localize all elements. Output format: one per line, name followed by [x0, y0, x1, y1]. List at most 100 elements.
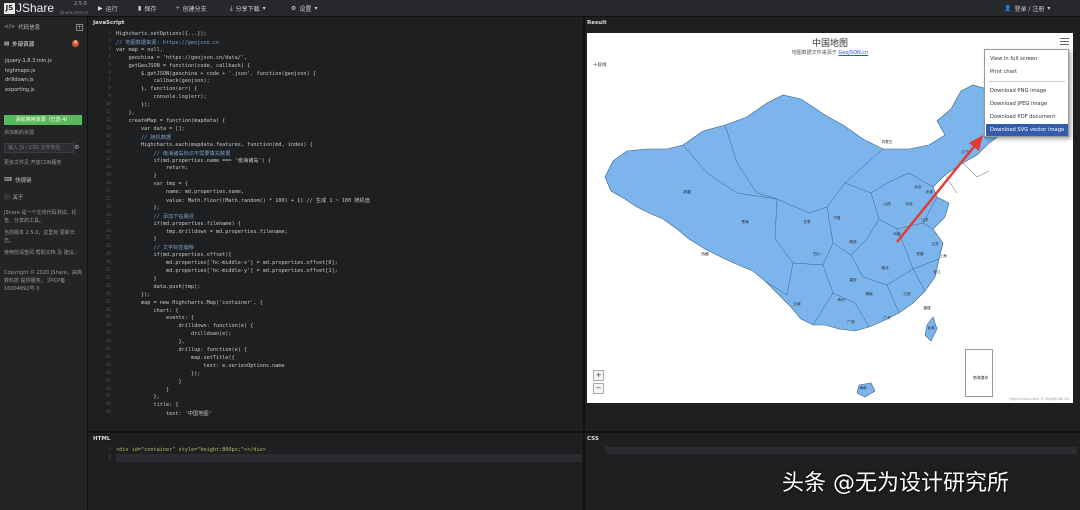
js-code-line[interactable]: },	[116, 110, 134, 116]
js-code-line[interactable]: events: {	[116, 315, 194, 321]
version-label: 2.5.0	[74, 1, 87, 7]
province-label: 湖北	[881, 265, 889, 270]
menu-item-download-pdf[interactable]: Download PDF document	[986, 111, 1068, 123]
add-plus-icon[interactable]: +	[76, 24, 83, 31]
result-panel-title: Result	[587, 20, 607, 26]
js-code-line[interactable]: drillup: function(e) {	[116, 347, 247, 353]
js-code-line[interactable]: name: md.properties.name,	[116, 189, 244, 195]
zoom-in-button[interactable]: +	[593, 370, 604, 381]
save-icon: ▮	[138, 5, 142, 12]
resource-url-input[interactable]: 输入 JS / CSS 文件地址	[4, 143, 74, 153]
province-label: 青海	[741, 219, 749, 224]
menu-item-download-svg[interactable]: Download SVG vector image	[986, 124, 1068, 136]
external-resources-section[interactable]: ▤ 外部资源	[4, 40, 34, 48]
js-code-line[interactable]: callback(geojson);	[116, 78, 209, 84]
province-label: 台湾	[927, 325, 935, 330]
menu-item-download-jpeg[interactable]: Download JPEG image	[986, 98, 1068, 110]
js-code-line[interactable]: },	[116, 394, 159, 400]
shortcuts-section[interactable]: ⌨ 快捷键	[4, 176, 31, 184]
js-code-line[interactable]: tmp.drilldown = md.properties.filename;	[116, 229, 288, 235]
js-code-line[interactable]: map.setTitle({	[116, 355, 235, 361]
about-section[interactable]: ⓘ 关于	[4, 193, 24, 201]
line-number: 39	[105, 331, 111, 337]
menu-item-fullscreen[interactable]: View in full screen	[986, 53, 1068, 65]
chart-menu-button[interactable]	[1060, 38, 1069, 46]
js-code-line[interactable]: chart: {	[116, 308, 178, 314]
js-code-line[interactable]: if(md.properties.name === '南海诸岛') {	[116, 157, 271, 164]
js-code-line[interactable]: map = new Highcharts.Map('container', {	[116, 300, 263, 306]
html-editor[interactable]: HTML 1 2 <div id="container" style="heig…	[89, 433, 583, 510]
js-code-line[interactable]: value: Math.floor((Math.random() * 100) …	[116, 197, 370, 204]
code-info-section[interactable]: </> 代码信息	[4, 23, 40, 31]
save-button[interactable]: ▮ 保存	[138, 3, 156, 14]
map-credits[interactable]: Highcharts.com © GeoJSON.CN	[1009, 396, 1069, 401]
js-code-line[interactable]: // 南海诸岛标识不需要填充数据	[116, 150, 230, 157]
resource-file[interactable]: exporting.js	[5, 87, 35, 93]
fork-icon: ⑂	[176, 5, 180, 12]
javascript-editor[interactable]: JavaScript 1 2 3 4 5 6 7 8 9 10 11 12 13 14 15 16 17 18 19…	[89, 17, 583, 431]
js-code-line[interactable]: data.push(tmp);	[116, 284, 200, 290]
js-code-line[interactable]: getGeoJSON = function(code, callback) {	[116, 63, 250, 69]
js-code-line[interactable]: console.log(err);	[116, 94, 206, 100]
resource-file[interactable]: highmaps.js	[5, 68, 35, 74]
settings-button[interactable]: ⚙ 设置 ▾	[291, 3, 317, 14]
zoom-out-button[interactable]: −	[593, 383, 604, 394]
help-text: 使用前请查阅 帮助文档 及 建议。	[4, 250, 79, 256]
js-code-line[interactable]: return;	[116, 165, 188, 171]
html-code-line[interactable]: <div id="container" style="height:800px;…	[116, 447, 266, 453]
js-code-line[interactable]: createMap = function(mapdata) {	[116, 118, 225, 124]
js-code-line[interactable]: drilldown(e);	[116, 331, 232, 337]
js-code-line[interactable]: Highcharts.setOptions({...});	[116, 31, 207, 37]
add-common-resources-button[interactable]: 添加常用资源（已选 4）	[4, 115, 82, 125]
js-code-line[interactable]: if(md.properties.offset){	[116, 252, 231, 258]
line-number: 42	[105, 354, 111, 360]
js-code-line[interactable]: }	[116, 379, 181, 385]
caret-down-icon: ▾	[314, 5, 318, 12]
menu-item-print[interactable]: Print chart	[986, 66, 1068, 78]
resource-file[interactable]: jquery-1.8.3.min.js	[5, 58, 52, 64]
js-code-line[interactable]: $.getJSON(geochina + code + '.json', fun…	[116, 71, 316, 77]
js-code-line[interactable]: });	[116, 102, 150, 108]
js-code-line[interactable]: text: e.seriesOptions.name	[116, 363, 284, 369]
line-number: 12	[105, 117, 111, 123]
app-logo[interactable]: JS JShare	[4, 1, 54, 15]
js-code-line[interactable]: if(md.properties.filename) {	[116, 221, 240, 227]
js-code-line[interactable]: text: '中国地图'	[116, 410, 212, 417]
js-code-line[interactable]: }, function(err) {	[116, 86, 197, 92]
menu-item-download-png[interactable]: Download PNG image	[986, 85, 1068, 97]
js-code-line[interactable]: Highcharts.each(mapdata.features, functi…	[116, 142, 313, 148]
js-code-line[interactable]: var map = null,	[116, 47, 163, 53]
js-code-line[interactable]: }	[116, 276, 156, 282]
js-code-line[interactable]: },	[116, 339, 184, 345]
fork-button[interactable]: ⑂ 创建分支	[176, 3, 207, 14]
province-label: 江西	[903, 291, 911, 296]
js-code-line[interactable]: }	[116, 236, 156, 242]
share-download-button[interactable]: ⤓ 分享下载 ▾	[230, 3, 266, 14]
js-code-line[interactable]: }	[116, 387, 169, 393]
login-button[interactable]: 👤 登录 / 注册 ▾	[1004, 3, 1050, 14]
china-map-shape[interactable]	[604, 82, 1028, 332]
js-code-line[interactable]: md.properties['hc-middle-y'] = md.proper…	[116, 268, 338, 274]
map-chart[interactable]: 中国地图 地图数据文件来源于 GeoJSON.cn 十段线 新疆 西藏 青海 甘肃 内蒙…	[587, 33, 1073, 403]
line-number: 11	[105, 110, 111, 115]
province-label: 西藏	[701, 251, 709, 256]
js-code-line[interactable]: // 地图数据来源: https://geojson.cn	[116, 39, 219, 46]
js-code-line[interactable]: var tmp = {	[116, 181, 187, 187]
js-code-line[interactable]: title: {	[116, 402, 178, 408]
js-code-line[interactable]: };	[116, 205, 159, 211]
gear-icon[interactable]: ⚙	[74, 144, 79, 151]
js-code-line[interactable]: geochina = 'https://geojson.cn/data/',	[116, 55, 247, 61]
js-code-line[interactable]: });	[116, 292, 150, 298]
js-code-line[interactable]: // 文字标签偏移	[116, 244, 194, 251]
js-code-line[interactable]: drilldown: function(e) {	[116, 323, 253, 329]
js-code-line[interactable]: var data = [];	[116, 126, 185, 132]
js-code-line[interactable]: });	[116, 371, 200, 377]
province-label: 江苏	[931, 241, 939, 246]
js-code-line[interactable]: md.properties['hc-middle-x'] = md.proper…	[116, 260, 338, 266]
js-code-line[interactable]: // 添加下钻路径	[116, 213, 194, 220]
line-number: 20	[105, 181, 111, 187]
js-code-line[interactable]: // 随机数据	[116, 134, 171, 141]
resource-file[interactable]: drilldown.js	[5, 77, 33, 83]
run-button[interactable]: ▶ 运行	[98, 3, 118, 14]
js-code-line[interactable]: }	[116, 173, 156, 179]
